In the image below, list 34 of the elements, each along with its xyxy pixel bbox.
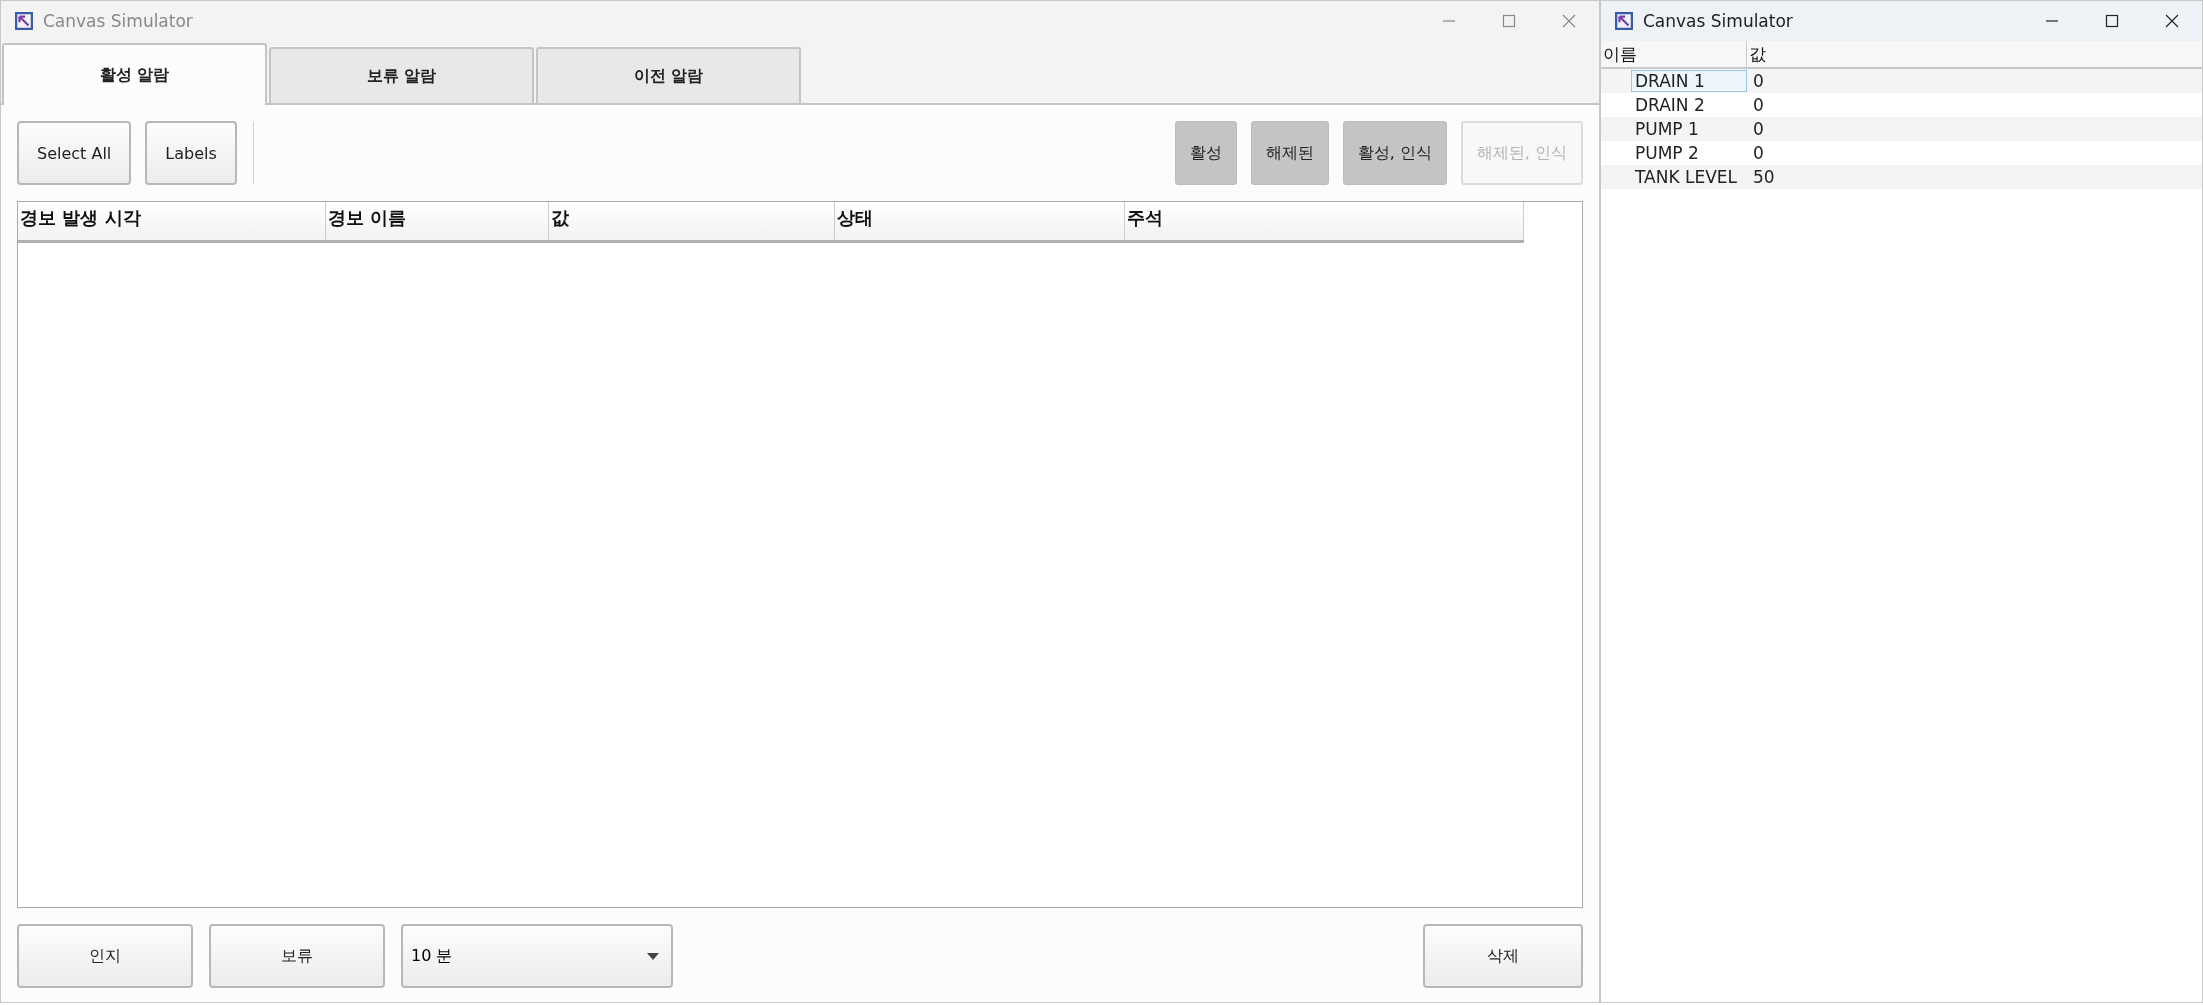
tag-name[interactable]: TANK LEVEL [1631,166,1747,188]
delete-button[interactable]: 삭제 [1423,924,1583,988]
column-header[interactable]: 주석 [1124,202,1524,240]
tag-name[interactable]: DRAIN 1 [1631,70,1747,92]
window-title: Canvas Simulator [1643,11,1794,31]
tag-name[interactable]: DRAIN 2 [1631,94,1747,116]
app-logo-icon [1615,12,1633,30]
window-title: Canvas Simulator [43,11,194,31]
tab[interactable]: 이전 알람 [536,47,801,103]
tag-value: 0 [1752,95,1764,115]
tag-value: 0 [1752,71,1764,91]
toolbar-button[interactable]: Select All [17,121,132,185]
toolbar-button[interactable]: Labels [145,121,237,185]
action-button[interactable]: 보류 [209,924,385,988]
filter-button[interactable]: 해제된 [1250,121,1329,185]
column-header[interactable]: 값 [1747,41,1768,67]
filter-button[interactable]: 활성 [1174,121,1237,185]
tab[interactable]: 보류 알람 [269,47,534,103]
column-header[interactable]: 값 [549,202,835,240]
column-header[interactable]: 상태 [834,202,1125,240]
tag-value: 50 [1752,167,1775,187]
column-header[interactable]: 경보 발생 시각 [18,202,326,240]
tag-value: 0 [1752,119,1764,139]
app-logo-icon [15,12,33,30]
duration-dropdown[interactable]: 10 분 [401,924,673,988]
filter-button[interactable]: 활성, 인식 [1342,121,1447,185]
tab[interactable]: 활성 알람 [2,43,267,105]
tag-value: 0 [1752,143,1764,163]
caret-icon [647,952,659,960]
column-header[interactable]: 이름 [1601,41,1747,67]
action-button[interactable]: 인지 [17,924,193,988]
tag-name[interactable]: PUMP 1 [1631,118,1747,140]
column-header[interactable]: 경보 이름 [325,202,550,240]
tag-name[interactable]: PUMP 2 [1631,142,1747,164]
